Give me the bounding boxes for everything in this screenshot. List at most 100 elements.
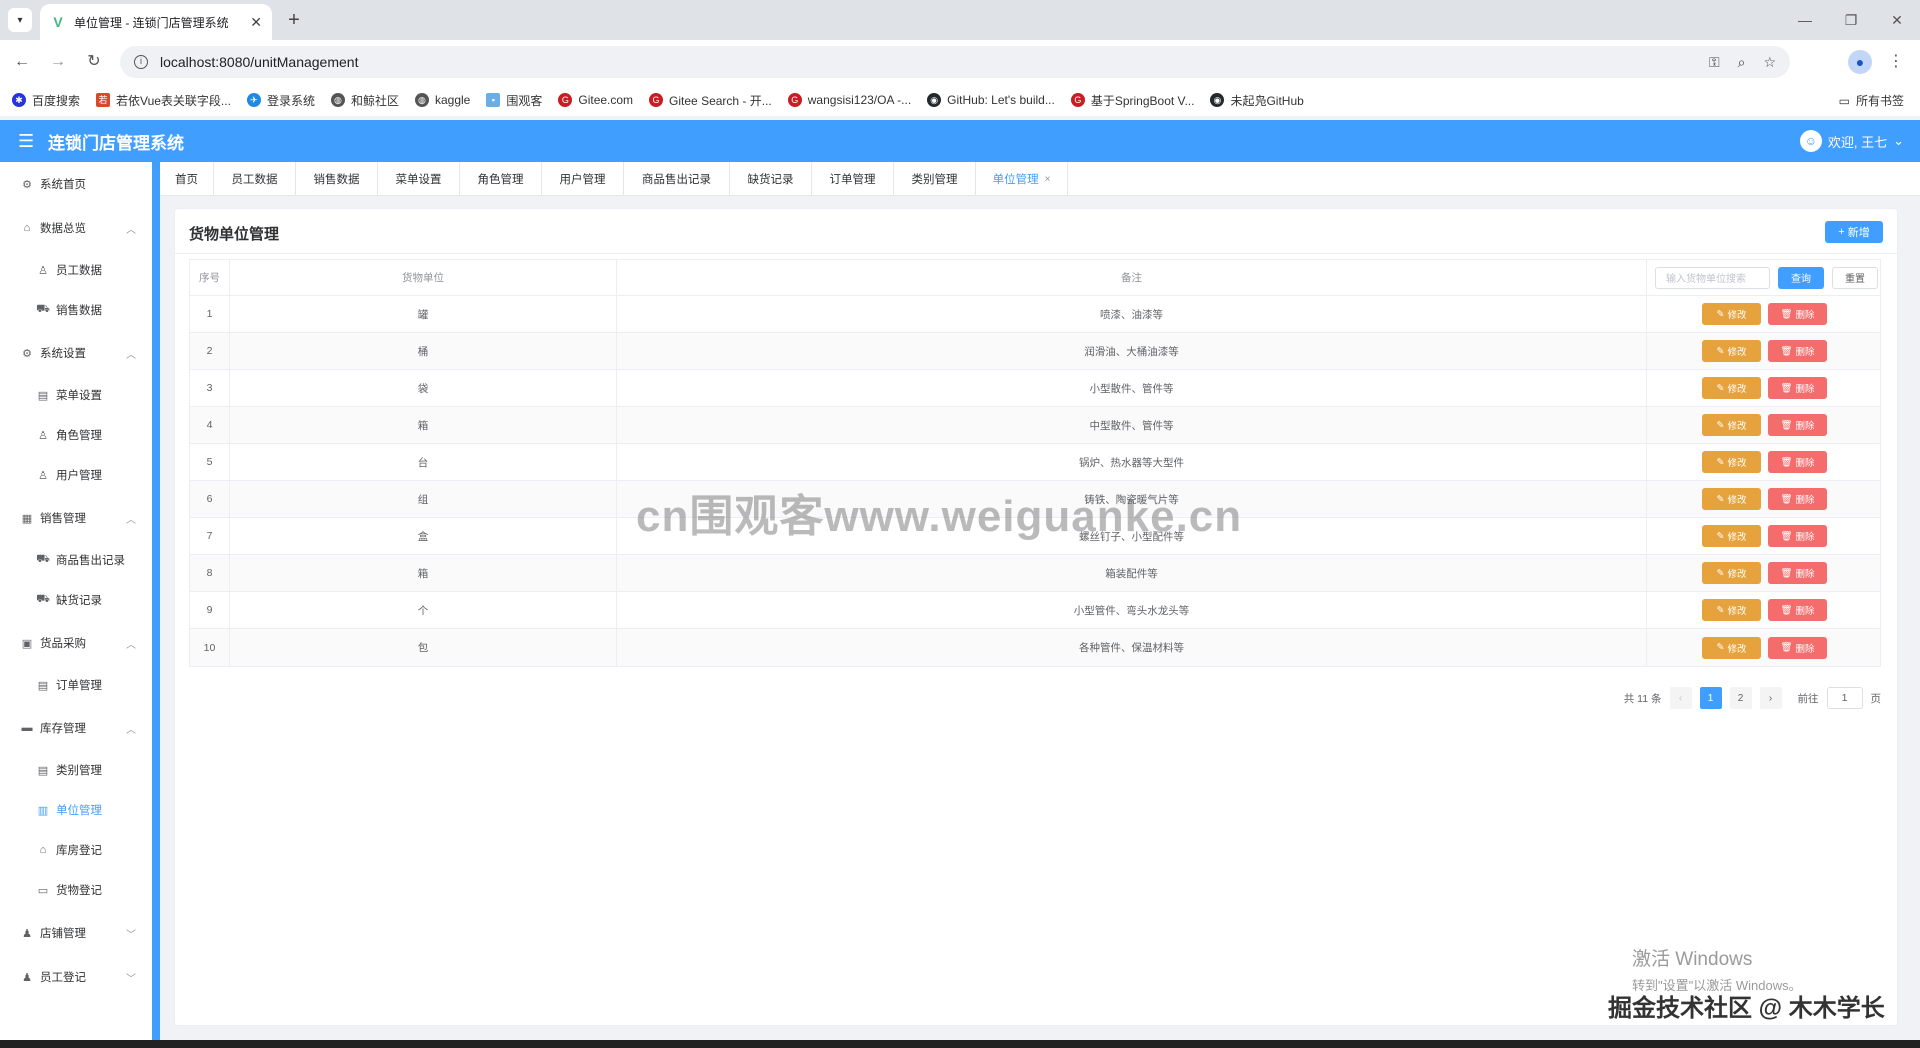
forward-icon[interactable]: → — [46, 50, 70, 74]
bookmark-item[interactable]: G Gitee.com — [558, 93, 633, 107]
sidebar-group-inventory[interactable]: ▬ 库存管理 ︿ — [0, 712, 152, 744]
all-bookmarks[interactable]: ▭ 所有书签 — [1839, 92, 1904, 109]
ruoyi-icon: 若 — [96, 93, 111, 107]
sidebar-group-sales-management[interactable]: ▦ 销售管理 ︿ — [0, 502, 152, 534]
cell-note: 喷漆、油漆等 — [617, 296, 1647, 332]
browser-menu-icon[interactable]: ⋮ — [1888, 50, 1904, 74]
bookmark-item[interactable]: ◍ 和鲸社区 — [330, 92, 399, 109]
edit-button[interactable]: ✎ 修改 — [1702, 488, 1761, 510]
delete-button[interactable]: 🗑 删除 — [1768, 599, 1827, 621]
tag-sales-records[interactable]: 商品售出记录 — [624, 162, 730, 196]
tab-search-dropdown[interactable]: ▾ — [8, 8, 32, 32]
sidebar-item-sales-data[interactable]: ⛟ 销售数据 — [0, 294, 152, 326]
tag-home[interactable]: 首页 — [160, 162, 214, 196]
reload-icon[interactable]: ↻ — [82, 50, 106, 74]
sidebar-item-user-management[interactable]: ♙ 用户管理 — [0, 459, 152, 491]
sidebar-group-system-settings[interactable]: ⚙ 系统设置 ︿ — [0, 337, 152, 369]
sidebar-item-menu-settings[interactable]: ▤ 菜单设置 — [0, 379, 152, 411]
sidebar-item-category-management[interactable]: ▤ 类别管理 — [0, 754, 152, 786]
sidebar-group-procurement[interactable]: ▣ 货品采购 ︿ — [0, 627, 152, 659]
bookmark-item[interactable]: ✱ 百度搜索 — [12, 92, 80, 109]
next-page-icon[interactable]: › — [1759, 687, 1782, 709]
zoom-icon[interactable]: ⌕ — [1738, 54, 1746, 71]
query-button[interactable]: 查询 — [1778, 266, 1824, 289]
bookmark-item[interactable]: Gwangsisi123/OA -... — [787, 93, 911, 107]
unit-search-input[interactable]: 输入货物单位搜索 — [1655, 266, 1770, 289]
bookmark-item[interactable]: ▪ 围观客 — [486, 92, 542, 109]
profile-avatar-icon[interactable]: ● — [1848, 50, 1872, 74]
delete-button[interactable]: 🗑 删除 — [1768, 488, 1827, 510]
tag-order-management[interactable]: 订单管理 — [812, 162, 894, 196]
delete-button[interactable]: 🗑 删除 — [1768, 340, 1827, 362]
delete-button[interactable]: 🗑 删除 — [1768, 451, 1827, 473]
sidebar-item-role-management[interactable]: ♙ 角色管理 — [0, 419, 152, 451]
chart-icon: ▦ — [21, 512, 33, 525]
edit-button[interactable]: ✎ 修改 — [1702, 340, 1761, 362]
sidebar-item-home[interactable]: ⚙ 系统首页 — [0, 168, 152, 200]
delete-button[interactable]: 🗑 删除 — [1768, 414, 1827, 436]
delete-button[interactable]: 🗑 删除 — [1768, 377, 1827, 399]
tag-unit-management[interactable]: 单位管理 × — [976, 162, 1068, 196]
sidebar-item-sales-records[interactable]: ⛟ 商品售出记录 — [0, 544, 152, 576]
minimize-icon[interactable]: — — [1782, 0, 1828, 40]
edit-button[interactable]: ✎ 修改 — [1702, 414, 1761, 436]
tag-employee-data[interactable]: 员工数据 — [214, 162, 296, 196]
header-actions: 输入货物单位搜索 查询 重置 — [1647, 260, 1880, 295]
new-tab-button[interactable]: + — [282, 8, 306, 32]
delete-button[interactable]: 🗑 删除 — [1768, 303, 1827, 325]
password-key-icon[interactable]: ⚿ — [1709, 54, 1720, 71]
edit-button[interactable]: ✎ 修改 — [1702, 636, 1761, 659]
sidebar-group-store-management[interactable]: ♟ 店铺管理 ﹀ — [0, 917, 152, 949]
delete-button[interactable]: 🗑 删除 — [1768, 562, 1827, 584]
tag-shortage-records[interactable]: 缺货记录 — [730, 162, 812, 196]
bookmark-item[interactable]: ◍ kaggle — [414, 93, 470, 107]
cell-actions: ✎ 修改 🗑 删除 — [1647, 370, 1880, 406]
bookmark-star-icon[interactable]: ☆ — [1763, 54, 1776, 71]
bookmark-item[interactable]: ✈ 登录系统 — [246, 92, 315, 109]
edit-button[interactable]: ✎ 修改 — [1702, 599, 1761, 621]
sidebar-item-employee-data[interactable]: ♙ 员工数据 — [0, 254, 152, 286]
edit-button[interactable]: ✎ 修改 — [1702, 525, 1761, 547]
bookmark-item[interactable]: 若若依Vue表关联字段... — [96, 92, 231, 109]
tag-menu-settings[interactable]: 菜单设置 — [378, 162, 460, 196]
cell-unit: 组 — [230, 481, 617, 517]
delete-button[interactable]: 🗑 删除 — [1768, 636, 1827, 659]
omnibox[interactable]: i localhost:8080/unitManagement ⚿ ⌕ ☆ — [120, 46, 1790, 78]
sidebar-item-order-management[interactable]: ▤ 订单管理 — [0, 669, 152, 701]
sidebar-group-data-overview[interactable]: ⌂ 数据总览 ︿ — [0, 212, 152, 244]
prev-page-icon[interactable]: ‹ — [1669, 687, 1692, 709]
reset-button[interactable]: 重置 — [1832, 266, 1878, 289]
site-info-icon[interactable]: i — [134, 55, 148, 69]
edit-icon: ✎ — [1716, 493, 1725, 505]
tag-user-management[interactable]: 用户管理 — [542, 162, 624, 196]
sidebar-group-employee-registration[interactable]: ♟ 员工登记 ﹀ — [0, 961, 152, 993]
sidebar-item-unit-management[interactable]: ▥ 单位管理 — [0, 794, 152, 826]
edit-button[interactable]: ✎ 修改 — [1702, 303, 1761, 325]
add-button[interactable]: + 新增 — [1825, 221, 1883, 243]
bookmark-item[interactable]: ◉ 未起凫GitHub — [1210, 92, 1304, 109]
tag-sales-data[interactable]: 销售数据 — [296, 162, 378, 196]
edit-button[interactable]: ✎ 修改 — [1702, 451, 1761, 473]
close-tag-icon[interactable]: × — [1045, 174, 1051, 185]
tag-role-management[interactable]: 角色管理 — [460, 162, 542, 196]
page-1-button[interactable]: 1 — [1699, 687, 1722, 709]
browser-tab-active[interactable]: V 单位管理 - 连锁门店管理系统 ✕ — [40, 4, 272, 40]
bookmark-item[interactable]: ◉ GitHub: Let's build... — [927, 93, 1055, 107]
bookmark-item[interactable]: G Gitee Search - 开... — [649, 92, 772, 109]
sidebar-item-goods-registration[interactable]: ▭ 货物登记 — [0, 874, 152, 906]
page-jump-input[interactable]: 1 — [1826, 687, 1863, 709]
sidebar-item-warehouse-registration[interactable]: ⌂ 库房登记 — [0, 834, 152, 866]
delete-button[interactable]: 🗑 删除 — [1768, 525, 1827, 547]
close-tab-icon[interactable]: ✕ — [250, 14, 262, 31]
page-2-button[interactable]: 2 — [1729, 687, 1752, 709]
back-icon[interactable]: ← — [10, 50, 34, 74]
edit-button[interactable]: ✎ 修改 — [1702, 562, 1761, 584]
close-window-icon[interactable]: ✕ — [1874, 0, 1920, 40]
hamburger-menu-icon[interactable]: ☰ — [18, 131, 36, 152]
tag-category-management[interactable]: 类别管理 — [894, 162, 976, 196]
edit-button[interactable]: ✎ 修改 — [1702, 377, 1761, 399]
restore-icon[interactable]: ❐ — [1828, 0, 1874, 40]
user-dropdown[interactable]: ☺ 欢迎, 王七 ⌄ — [1799, 130, 1904, 152]
bookmark-item[interactable]: G 基于SpringBoot V... — [1070, 92, 1194, 109]
sidebar-item-shortage-records[interactable]: ⛟ 缺货记录 — [0, 584, 152, 616]
